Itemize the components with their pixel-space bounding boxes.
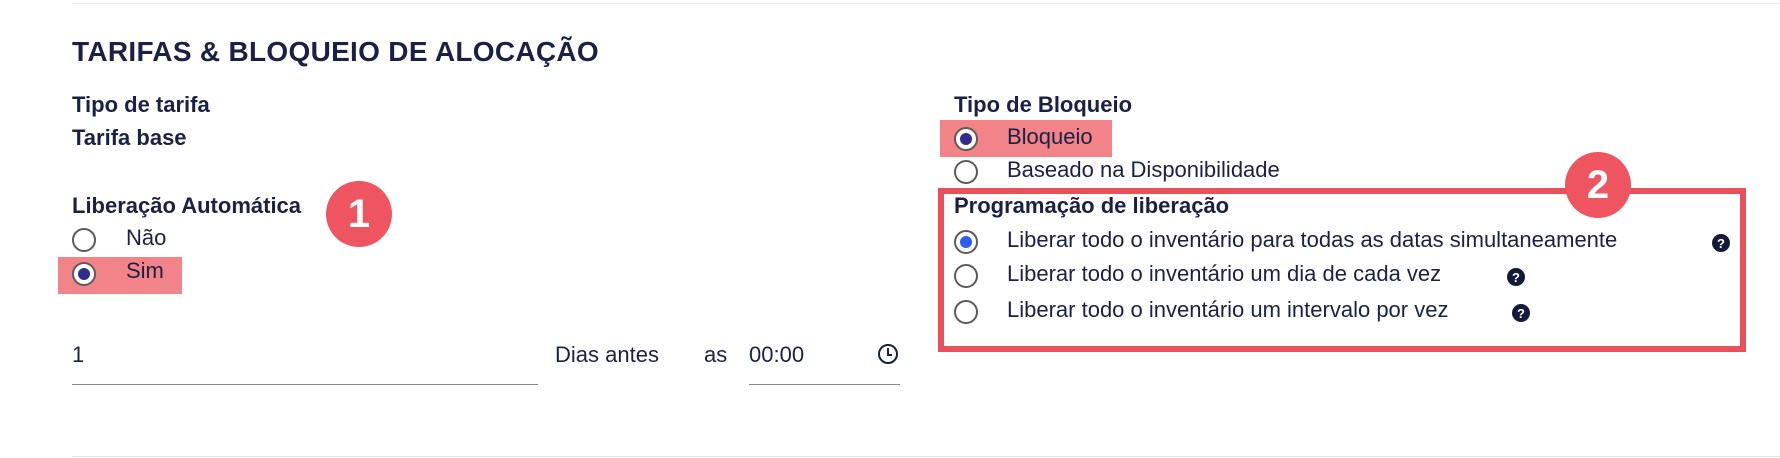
- radio-sim-label: Sim: [126, 258, 164, 283]
- radio-intervalo-label: Liberar todo o inventário um intervalo p…: [1007, 297, 1449, 322]
- time-input-value[interactable]: 00:00: [749, 342, 804, 368]
- radio-nao-label: Não: [126, 225, 167, 250]
- tarifa-base-label: Tarifa base: [72, 125, 187, 150]
- radio-simultaneamente-label: Liberar todo o inventário para todas as …: [1007, 227, 1618, 252]
- radio-nao[interactable]: [72, 228, 96, 252]
- liberacao-automatica-label: Liberação Automática: [72, 193, 302, 218]
- help-icon[interactable]: ?: [1712, 234, 1730, 252]
- time-input-underline: [749, 384, 900, 385]
- days-suffix-label: Dias antes: [555, 342, 659, 367]
- help-icon[interactable]: ?: [1507, 268, 1525, 286]
- radio-bloqueio-label: Bloqueio: [1007, 124, 1093, 149]
- days-input-value[interactable]: 1: [72, 342, 84, 368]
- annotation-badge-2: 2: [1565, 152, 1631, 218]
- days-input-underline: [72, 384, 538, 385]
- tipo-tarifa-label: Tipo de tarifa: [72, 92, 210, 117]
- help-icon[interactable]: ?: [1512, 304, 1530, 322]
- radio-um-dia[interactable]: [954, 264, 978, 288]
- bottom-divider: [72, 456, 1780, 457]
- clock-icon[interactable]: [878, 344, 898, 364]
- radio-baseado-disponibilidade[interactable]: [954, 160, 978, 184]
- radio-simultaneamente[interactable]: [954, 230, 978, 254]
- radio-um-dia-label: Liberar todo o inventário um dia de cada…: [1007, 261, 1442, 286]
- section-title: TARIFAS & BLOQUEIO DE ALOCAÇÃO: [72, 36, 599, 67]
- at-label: as: [704, 342, 728, 367]
- annotation-badge-1: 1: [326, 181, 392, 247]
- top-divider: [72, 3, 1780, 4]
- tipo-bloqueio-label: Tipo de Bloqueio: [954, 92, 1133, 117]
- radio-bloqueio[interactable]: [954, 127, 978, 151]
- radio-sim[interactable]: [72, 262, 96, 286]
- radio-baseado-label: Baseado na Disponibilidade: [1007, 157, 1280, 182]
- programacao-liberacao-label: Programação de liberação: [954, 193, 1230, 218]
- radio-intervalo[interactable]: [954, 300, 978, 324]
